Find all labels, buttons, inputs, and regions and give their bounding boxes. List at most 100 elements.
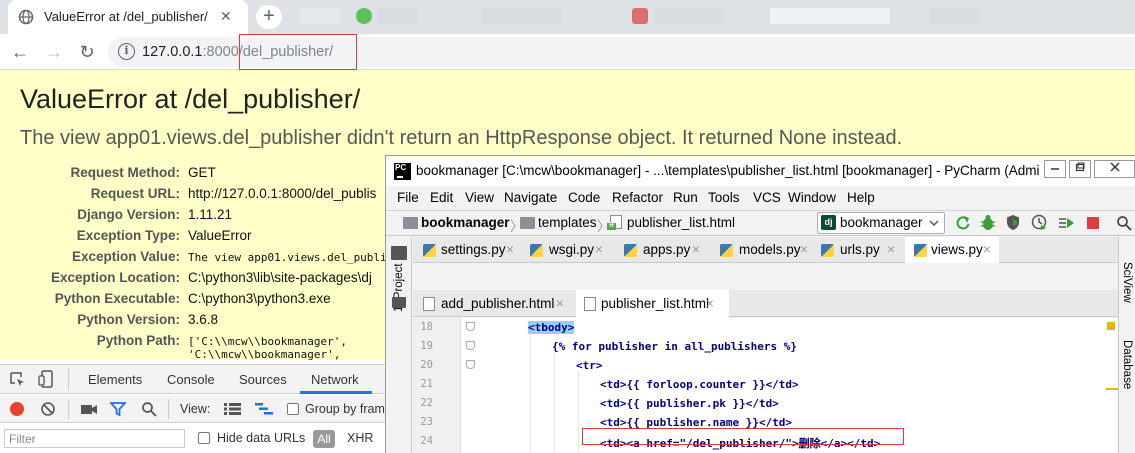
html-file-icon	[423, 297, 435, 311]
meta-key: Python Version:	[77, 312, 180, 327]
meta-value-continued: 'C:\\mcw\\bookmanager',	[188, 348, 341, 361]
search-icon[interactable]	[141, 401, 157, 417]
globe-icon	[18, 9, 34, 25]
background-tab-blurred[interactable]	[356, 8, 372, 24]
menu-tools[interactable]: Tools	[708, 190, 740, 205]
sciview-tool-button[interactable]: SciView	[1121, 262, 1133, 303]
reload-button[interactable]: ↻	[75, 40, 99, 64]
tab-label: apps.py	[643, 242, 691, 257]
list-view-icon[interactable]	[224, 403, 241, 415]
close-tab-icon[interactable]: ×	[887, 242, 895, 257]
python-file-icon	[720, 244, 733, 257]
rerun-icon[interactable]	[955, 215, 971, 231]
menu-file[interactable]: File	[397, 190, 419, 205]
menu-edit[interactable]: Edit	[430, 190, 453, 205]
error-message: The view app01.views.del_publisher didn'…	[20, 127, 903, 149]
clear-icon[interactable]	[40, 401, 56, 417]
minimize-button[interactable]	[1044, 160, 1066, 178]
menu-view[interactable]: View	[465, 190, 494, 205]
breadcrumb-templates[interactable]: templates	[538, 215, 597, 230]
background-tab-blurred[interactable]	[770, 8, 890, 24]
tab-console[interactable]: Console	[167, 372, 215, 387]
tab-models-py[interactable]: models.py ×	[710, 237, 815, 263]
debug-bug-icon[interactable]	[980, 214, 996, 231]
close-tab-icon[interactable]: ×	[983, 242, 991, 257]
maximize-button[interactable]	[1069, 160, 1091, 178]
meta-key: Request URL:	[90, 186, 180, 201]
background-tab-blurred[interactable]	[482, 8, 562, 24]
background-tab-blurred[interactable]	[378, 8, 418, 24]
tab-publisher-list-html[interactable]: publisher_list.html ×	[576, 290, 729, 318]
fold-marker[interactable]	[466, 341, 475, 350]
menu-refactor[interactable]: Refactor	[612, 190, 663, 205]
new-tab-button[interactable]: +	[256, 5, 282, 29]
filter-xhr-button[interactable]: XHR	[347, 431, 373, 445]
close-tab-icon[interactable]: ✕	[220, 8, 232, 25]
meta-value: GET	[188, 165, 216, 180]
breadcrumb-project[interactable]: bookmanager	[421, 215, 510, 230]
inspection-status-icon[interactable]	[1107, 322, 1115, 330]
hide-data-urls-checkbox[interactable]	[198, 432, 210, 444]
background-tab-blurred[interactable]	[654, 8, 724, 24]
meta-value: 3.6.8	[188, 312, 219, 327]
info-icon[interactable]: i	[118, 43, 135, 60]
close-tab-icon[interactable]: ×	[595, 242, 603, 257]
breadcrumb-file[interactable]: publisher_list.html	[627, 215, 735, 230]
close-window-button[interactable]	[1094, 160, 1135, 178]
fold-marker[interactable]	[466, 322, 475, 331]
menu-window[interactable]: Window	[788, 190, 836, 205]
coverage-shield-icon[interactable]	[1005, 214, 1021, 231]
background-tab-blurred[interactable]	[300, 8, 340, 24]
record-icon[interactable]	[10, 402, 24, 416]
waterfall-view-icon[interactable]	[255, 403, 273, 415]
tab-add-publisher-html[interactable]: add_publisher.html ×	[413, 290, 575, 316]
menu-code[interactable]: Code	[568, 190, 600, 205]
meta-value: 1.11.21	[188, 207, 233, 222]
group-by-frame-checkbox[interactable]	[287, 403, 299, 415]
url-path-highlight-box	[239, 34, 357, 70]
fold-marker[interactable]	[466, 360, 475, 369]
screenshot-camera-icon[interactable]	[80, 402, 98, 416]
scrollbar-marker[interactable]	[1106, 388, 1118, 390]
tab-wsgi-py[interactable]: wsgi.py ×	[520, 237, 612, 263]
python-file-icon	[423, 244, 436, 257]
menu-navigate[interactable]: Navigate	[504, 190, 557, 205]
code-line-21: <td>{{ forloop.counter }}</td>	[600, 378, 799, 391]
forward-button[interactable]: →	[42, 40, 66, 64]
menu-help[interactable]: Help	[847, 190, 875, 205]
menu-run[interactable]: Run	[673, 190, 698, 205]
tab-views-py[interactable]: views.py ×	[905, 237, 999, 263]
python-file-icon	[530, 244, 543, 257]
stop-icon[interactable]	[1087, 217, 1099, 229]
database-tool-button[interactable]: Database	[1121, 340, 1133, 389]
close-tab-icon[interactable]: ×	[706, 296, 714, 311]
code-line-19: {% for publisher in all_publishers %}	[552, 340, 798, 353]
close-tab-icon[interactable]: ×	[800, 242, 808, 257]
close-tab-icon[interactable]: ×	[506, 242, 514, 257]
tab-elements[interactable]: Elements	[88, 372, 142, 387]
filter-funnel-icon[interactable]	[110, 402, 126, 417]
meta-key: Django Version:	[77, 207, 180, 222]
profile-icon[interactable]	[1031, 214, 1048, 231]
tab-network[interactable]: Network	[311, 372, 359, 387]
back-button[interactable]: ←	[8, 40, 32, 64]
device-toolbar-icon[interactable]	[38, 370, 55, 388]
tab-label: add_publisher.html	[441, 296, 555, 311]
menu-vcs[interactable]: VCS	[753, 190, 781, 205]
tab-apps-py[interactable]: apps.py ×	[614, 237, 708, 263]
inspect-element-icon[interactable]	[9, 371, 26, 388]
background-tab-blurred[interactable]	[632, 8, 648, 24]
code-text: <tbody>	[528, 321, 575, 334]
tab-urls-py[interactable]: urls.py ×	[811, 237, 903, 263]
close-tab-icon[interactable]: ×	[692, 242, 700, 257]
meta-key: Exception Location:	[50, 270, 180, 285]
background-tab-blurred[interactable]	[930, 8, 980, 24]
search-everywhere-icon[interactable]	[1116, 215, 1132, 231]
run-concurrency-icon[interactable]	[1058, 215, 1075, 231]
filter-all-button[interactable]: All	[313, 430, 335, 448]
filter-input[interactable]: Filter	[4, 429, 185, 448]
indent-guide	[530, 333, 531, 453]
close-tab-icon[interactable]: ×	[556, 296, 564, 311]
tab-sources[interactable]: Sources	[239, 372, 287, 387]
tab-settings-py[interactable]: settings.py ×	[413, 237, 520, 263]
